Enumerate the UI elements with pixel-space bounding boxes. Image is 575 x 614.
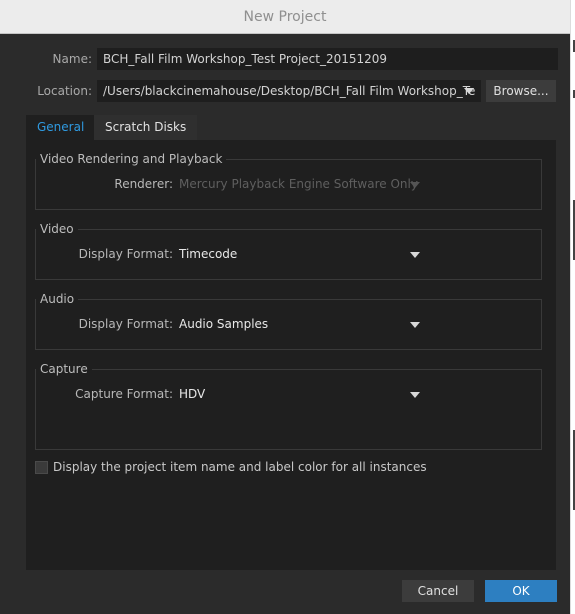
audio-display-format-label: Display Format: [78, 317, 173, 331]
browse-button[interactable]: Browse... [486, 80, 556, 102]
video-display-format-dropdown[interactable]: Timecode [173, 243, 432, 265]
general-panel: Video Rendering and Playback Renderer: M… [26, 140, 556, 570]
video-display-format-value: Timecode [179, 247, 238, 261]
audio-group: Audio Display Format: Audio Samples [35, 292, 542, 350]
audio-caret-icon [410, 322, 420, 328]
renderer-label: Renderer: [114, 177, 173, 191]
video-group: Video Display Format: Timecode [35, 222, 542, 280]
renderer-dropdown[interactable]: Mercury Playback Engine Software Only [173, 173, 432, 195]
capture-group: Capture Capture Format: HDV [35, 362, 542, 450]
location-value: /Users/blackcinemahouse/Desktop/BCH_Fall… [103, 84, 476, 98]
tab-bar: General Scratch Disks [26, 115, 556, 140]
ok-button[interactable]: OK [485, 580, 557, 602]
audio-display-format-value: Audio Samples [179, 317, 269, 331]
video-group-title: Video [36, 222, 78, 236]
renderer-value: Mercury Playback Engine Software Only [179, 177, 418, 191]
capture-group-title: Capture [36, 362, 92, 376]
location-dropdown[interactable]: /Users/blackcinemahouse/Desktop/BCH_Fall… [97, 80, 481, 102]
renderer-caret-icon [410, 182, 420, 188]
audio-group-title: Audio [36, 292, 79, 306]
name-label: Name: [52, 52, 92, 66]
window-title: New Project [243, 9, 327, 25]
cancel-button[interactable]: Cancel [402, 580, 474, 602]
capture-format-label: Capture Format: [75, 387, 173, 401]
new-project-window: New Project Name: BCH_Fall Film Workshop… [0, 0, 570, 614]
capture-caret-icon [410, 392, 420, 398]
rendering-group: Video Rendering and Playback Renderer: M… [35, 152, 542, 210]
project-name-field[interactable]: BCH_Fall Film Workshop_Test Project_2015… [97, 48, 558, 70]
location-dropdown-caret-icon [464, 88, 474, 94]
location-label: Location: [37, 84, 92, 98]
display-item-name-label: Display the project item name and label … [53, 460, 427, 474]
capture-format-dropdown[interactable]: HDV [173, 383, 432, 405]
capture-format-value: HDV [179, 387, 206, 401]
video-caret-icon [410, 252, 420, 258]
title-bar: New Project [0, 0, 570, 34]
tab-general[interactable]: General [26, 115, 96, 140]
display-item-name-checkbox[interactable] [35, 461, 48, 474]
video-display-format-label: Display Format: [78, 247, 173, 261]
tab-scratch-disks[interactable]: Scratch Disks [94, 115, 198, 140]
rendering-group-title: Video Rendering and Playback [36, 152, 227, 166]
audio-display-format-dropdown[interactable]: Audio Samples [173, 313, 432, 335]
